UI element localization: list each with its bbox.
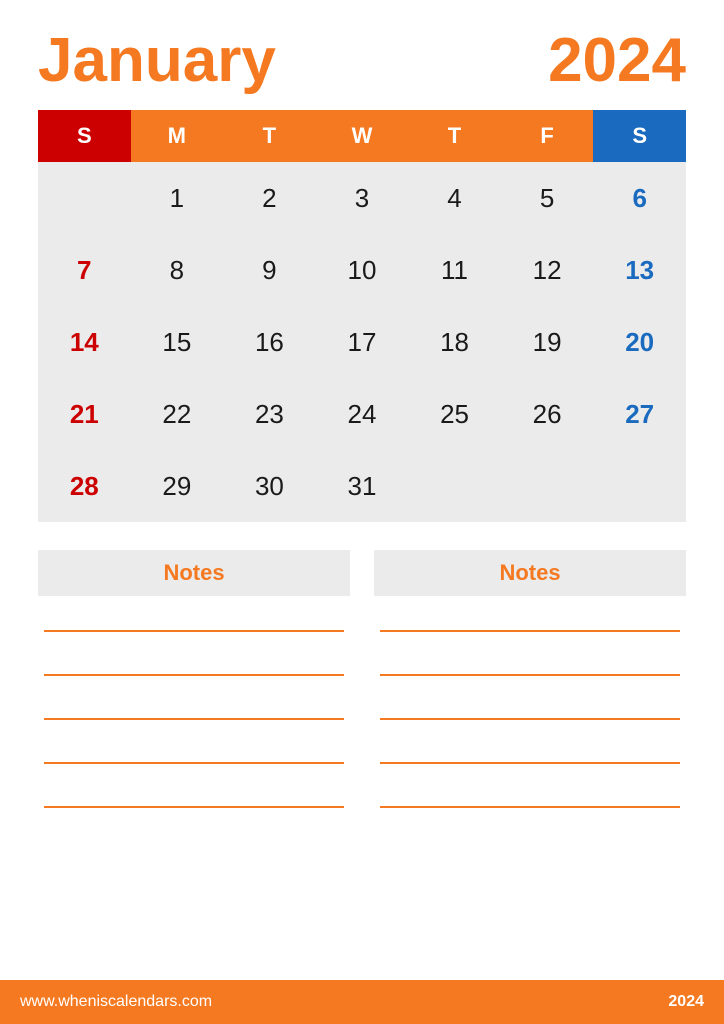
day-9: 9: [223, 234, 316, 306]
day-20: 20: [593, 306, 686, 378]
header-sunday: S: [38, 110, 131, 162]
notes-line-right-4[interactable]: [380, 742, 680, 764]
day-21: 21: [38, 378, 131, 450]
notes-line-left-2[interactable]: [44, 654, 344, 676]
day-17: 17: [316, 306, 409, 378]
day-28: 28: [38, 450, 131, 522]
day-25: 25: [408, 378, 501, 450]
notes-line-right-1[interactable]: [380, 610, 680, 632]
header-friday: F: [501, 110, 594, 162]
day-12: 12: [501, 234, 594, 306]
header-wednesday: W: [316, 110, 409, 162]
footer: www.wheniscalendars.com 2024: [0, 980, 724, 1024]
day-8: 8: [131, 234, 224, 306]
day-5: 5: [501, 162, 594, 234]
calendar-wrapper: S M T W T F S 1 2 3 4 5 6: [38, 110, 686, 522]
day-15: 15: [131, 306, 224, 378]
day-22: 22: [131, 378, 224, 450]
day-23: 23: [223, 378, 316, 450]
week-row-5: 28 29 30 31: [38, 450, 686, 522]
day-16: 16: [223, 306, 316, 378]
notes-label-bar-left: Notes: [38, 550, 350, 596]
month-title: January: [38, 30, 276, 92]
header-tuesday: T: [223, 110, 316, 162]
day-19: 19: [501, 306, 594, 378]
day-6: 6: [593, 162, 686, 234]
day-27: 27: [593, 378, 686, 450]
day-10: 10: [316, 234, 409, 306]
notes-section: Notes Notes: [38, 550, 686, 808]
week-row-1: 1 2 3 4 5 6: [38, 162, 686, 234]
day-4: 4: [408, 162, 501, 234]
notes-box-right: Notes: [374, 550, 686, 808]
week-row-4: 21 22 23 24 25 26 27: [38, 378, 686, 450]
year-title: 2024: [548, 30, 686, 92]
day-11: 11: [408, 234, 501, 306]
header: January 2024: [38, 30, 686, 92]
day-1: 1: [131, 162, 224, 234]
day-30: 30: [223, 450, 316, 522]
notes-line-left-3[interactable]: [44, 698, 344, 720]
notes-line-right-2[interactable]: [380, 654, 680, 676]
day-14: 14: [38, 306, 131, 378]
day-7: 7: [38, 234, 131, 306]
calendar-page: January 2024 S M T W T F S 1: [0, 0, 724, 1024]
day-13: 13: [593, 234, 686, 306]
notes-label-left: Notes: [163, 560, 224, 585]
day-31: 31: [316, 450, 409, 522]
notes-line-right-3[interactable]: [380, 698, 680, 720]
day-3: 3: [316, 162, 409, 234]
notes-line-left-4[interactable]: [44, 742, 344, 764]
day-empty-3: [501, 450, 594, 522]
notes-box-left: Notes: [38, 550, 350, 808]
calendar-header-row: S M T W T F S: [38, 110, 686, 162]
day-empty-1: [38, 162, 131, 234]
week-row-2: 7 8 9 10 11 12 13: [38, 234, 686, 306]
footer-year: 2024: [668, 993, 704, 1011]
notes-label-right: Notes: [499, 560, 560, 585]
notes-line-right-5[interactable]: [380, 786, 680, 808]
header-monday: M: [131, 110, 224, 162]
week-row-3: 14 15 16 17 18 19 20: [38, 306, 686, 378]
header-saturday: S: [593, 110, 686, 162]
calendar-table: S M T W T F S 1 2 3 4 5 6: [38, 110, 686, 522]
notes-lines-right: [374, 610, 686, 808]
day-29: 29: [131, 450, 224, 522]
day-empty-4: [593, 450, 686, 522]
notes-line-left-1[interactable]: [44, 610, 344, 632]
header-thursday: T: [408, 110, 501, 162]
day-empty-2: [408, 450, 501, 522]
notes-lines-left: [38, 610, 350, 808]
notes-label-bar-right: Notes: [374, 550, 686, 596]
notes-line-left-5[interactable]: [44, 786, 344, 808]
day-2: 2: [223, 162, 316, 234]
day-18: 18: [408, 306, 501, 378]
day-26: 26: [501, 378, 594, 450]
footer-url: www.wheniscalendars.com: [20, 993, 212, 1011]
day-24: 24: [316, 378, 409, 450]
